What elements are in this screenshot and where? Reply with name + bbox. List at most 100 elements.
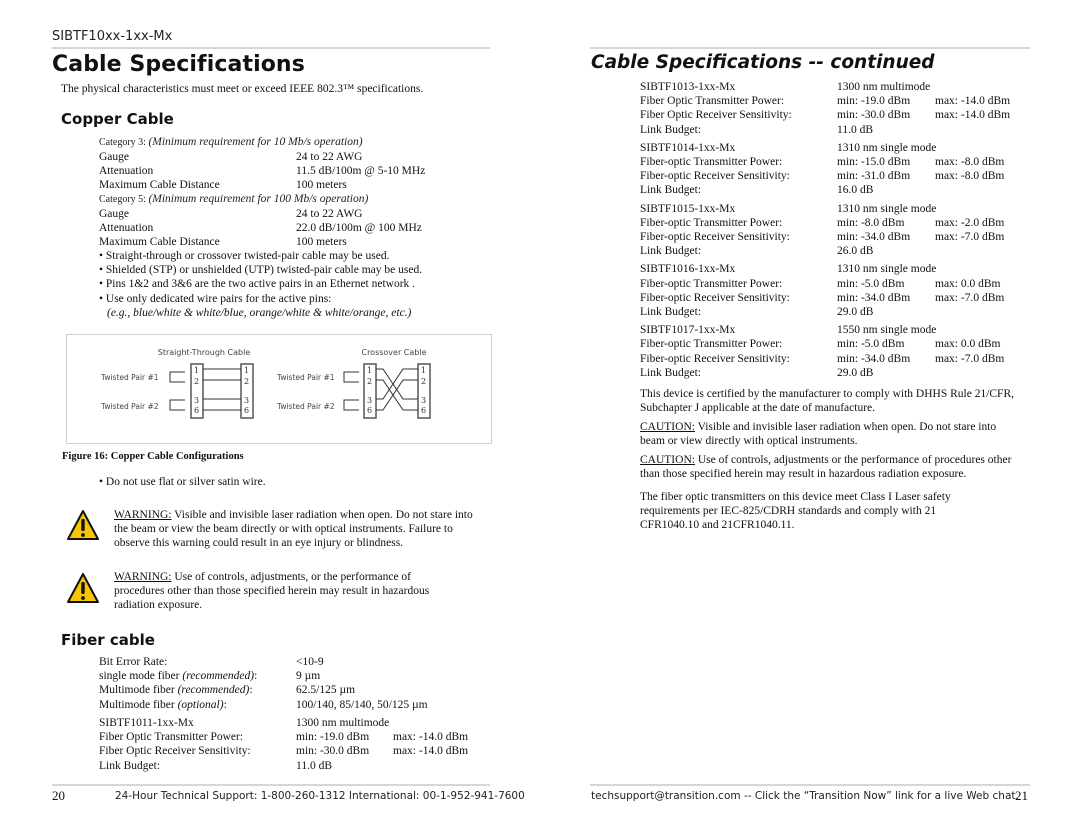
pin-label: 1 <box>421 366 426 375</box>
spec-row: Multimode fiber (recommended): 62.5/125 µ… <box>99 683 428 697</box>
pin-label: 3 <box>194 396 199 405</box>
category-3-spec-table: Gauge 24 to 22 AWG Attenuation 11.5 dB/100… <box>99 150 425 193</box>
copper-bullet-list: Straight-through or crossover twisted-pa… <box>99 249 422 320</box>
model-mode: 1550 nm single mode <box>837 324 937 337</box>
bullet-item: Shielded (STP) or unshielded (UTP) twist… <box>99 263 422 277</box>
category-label: Category 3: <box>99 137 146 148</box>
category-note: (Minimum requirement for 100 Mb/s operat… <box>148 193 369 205</box>
pin-label: 2 <box>421 377 426 386</box>
bullet-example: (e.g., blue/white & white/blue, orange/w… <box>107 306 412 319</box>
spec-value: 100 meters <box>296 179 347 192</box>
pair-2-bracket <box>169 399 185 411</box>
crossover-title: Crossover Cable <box>361 348 426 357</box>
spec-key: single mode fiber (recommended): <box>99 670 258 683</box>
pin-label: 2 <box>367 377 372 386</box>
spec-row: Fiber Optic Receiver Sensitivity: min: -3… <box>99 744 468 758</box>
twisted-pair-1-label: Twisted Pair #1 <box>276 373 335 382</box>
spec-min: min: -19.0 dBm <box>837 95 911 108</box>
spec-value: 16.0 dB <box>837 184 874 197</box>
category-note: (Minimum requirement for 10 Mb/s operati… <box>148 136 363 148</box>
spec-row: Link Budget: 26.0 dB <box>640 244 1010 258</box>
warning-icon <box>66 509 100 541</box>
model-name: SIBTF1014-1xx-Mx <box>640 141 736 154</box>
caution-controls-adjustments: CAUTION: Use of controls, adjustments or… <box>640 453 1025 481</box>
spec-min: min: -34.0 dBm <box>837 291 911 304</box>
spec-row: Fiber-optic Transmitter Power: min: -15.0… <box>640 155 1010 169</box>
figure-caption: Figure 16: Copper Cable Configurations <box>62 451 244 462</box>
spec-min: min: -8.0 dBm <box>837 216 905 229</box>
caution-label: CAUTION: <box>640 454 695 466</box>
spec-row: Gauge 24 to 22 AWG <box>99 150 425 164</box>
model-spec-block: SIBTF1016-1xx-Mx 1310 nm single mode Fibe… <box>640 262 1010 319</box>
spec-value: 100 meters <box>296 236 347 249</box>
model-row: SIBTF1011-1xx-Mx 1300 nm multimode <box>99 716 468 730</box>
spec-key: Fiber-optic Transmitter Power: <box>640 156 783 169</box>
warning-label: WARNING: <box>114 509 172 521</box>
pin-label: 2 <box>194 377 199 386</box>
spec-value: 29.0 dB <box>837 366 874 379</box>
page-number-right: 21 <box>1015 788 1028 803</box>
page-title: Cable Specifications <box>52 52 305 77</box>
spec-value: 11.5 dB/100m @ 5-10 MHz <box>296 165 426 178</box>
spec-min: min: -5.0 dBm <box>837 338 905 351</box>
spec-max: max: -14.0 dBm <box>393 745 469 758</box>
pair-2-bracket <box>343 399 359 411</box>
spec-key: Multimode fiber (recommended): <box>99 684 253 697</box>
pin-label: 6 <box>194 406 199 415</box>
spec-key: Link Budget: <box>640 245 702 258</box>
spec-value: 9 µm <box>296 670 321 683</box>
after-figure-bullet: Do not use flat or silver satin wire. <box>99 475 266 489</box>
category-5-label: Category 5: (Minimum requirement for 100… <box>99 193 368 205</box>
intro-text: The physical characteristics must meet o… <box>61 83 424 95</box>
model-name: SIBTF1016-1xx-Mx <box>640 263 736 276</box>
spec-max: max: 0.0 dBm <box>935 338 1001 351</box>
spec-key: Fiber-optic Receiver Sensitivity: <box>640 352 790 365</box>
twisted-pair-1-label: Twisted Pair #1 <box>100 373 159 382</box>
spec-min: min: -34.0 dBm <box>837 231 911 244</box>
certification-text: This device is certified by the manufact… <box>640 388 1014 415</box>
warning-laser-radiation: WARNING: Visible and invisible laser rad… <box>114 508 489 551</box>
fiber-general-table: Bit Error Rate: <10-9 single mode fiber (… <box>99 655 428 712</box>
spec-min: min: -34.0 dBm <box>837 352 911 365</box>
spec-key: Multimode fiber (optional): <box>99 698 227 711</box>
spec-value: 29.0 dB <box>837 306 874 319</box>
spec-value: <10-9 <box>296 656 324 668</box>
spec-row: Attenuation 11.5 dB/100m @ 5-10 MHz <box>99 164 425 178</box>
spec-row: Fiber Optic Transmitter Power: min: -19.0… <box>99 730 468 744</box>
twisted-pair-2-label: Twisted Pair #2 <box>100 402 159 411</box>
pin-label: 6 <box>367 406 372 415</box>
pair-1-bracket <box>343 371 359 383</box>
spec-min: min: -30.0 dBm <box>837 109 911 122</box>
spec-value: 24 to 22 AWG <box>296 208 363 220</box>
spec-min: min: -5.0 dBm <box>837 277 905 290</box>
spec-key: Gauge <box>99 151 130 163</box>
bullet-item: Use only dedicated wire pairs for the ac… <box>99 292 422 306</box>
spec-row: Fiber-optic Receiver Sensitivity: min: -3… <box>640 352 1010 366</box>
page-number-left: 20 <box>52 788 65 803</box>
copper-cable-heading: Copper Cable <box>61 110 174 128</box>
crossover-wire <box>376 368 418 400</box>
spec-min: min: -31.0 dBm <box>837 170 911 183</box>
caution-body: Use of controls, adjustments or the perf… <box>640 454 1012 481</box>
copper-cable-figure: Straight-Through Cable Twisted Pair #1 T… <box>66 334 492 444</box>
spec-max: max: -7.0 dBm <box>935 231 1005 244</box>
spec-row: Maximum Cable Distance 100 meters <box>99 178 425 192</box>
spec-row: Link Budget: 29.0 dB <box>640 366 1010 380</box>
spec-key: Fiber Optic Transmitter Power: <box>640 95 785 108</box>
model-spec-SIBTF1011: SIBTF1011-1xx-Mx 1300 nm multimode Fiber … <box>99 716 468 773</box>
crossover-wire <box>376 379 418 411</box>
spec-row: Link Budget: 11.0 dB <box>640 123 1010 137</box>
header-rule-left <box>52 47 490 49</box>
model-spec-block: SIBTF1017-1xx-Mx 1550 nm single mode Fibe… <box>640 323 1010 380</box>
spec-max: max: -14.0 dBm <box>935 109 1011 122</box>
model-mode: 1310 nm single mode <box>837 263 937 276</box>
spec-key: Fiber-optic Transmitter Power: <box>640 216 783 229</box>
spec-key: Fiber-optic Transmitter Power: <box>640 338 783 351</box>
twisted-pair-2-label: Twisted Pair #2 <box>276 402 335 411</box>
document-model-id: SIBTF10xx-1xx-Mx <box>52 29 173 44</box>
spec-value: 11.0 dB <box>837 123 873 136</box>
spec-max: max: -8.0 dBm <box>935 156 1005 169</box>
category-label: Category 5: <box>99 194 146 205</box>
spec-row: Attenuation 22.0 dB/100m @ 100 MHz <box>99 221 422 235</box>
bullet-item: Pins 1&2 and 3&6 are the two active pair… <box>99 277 422 291</box>
